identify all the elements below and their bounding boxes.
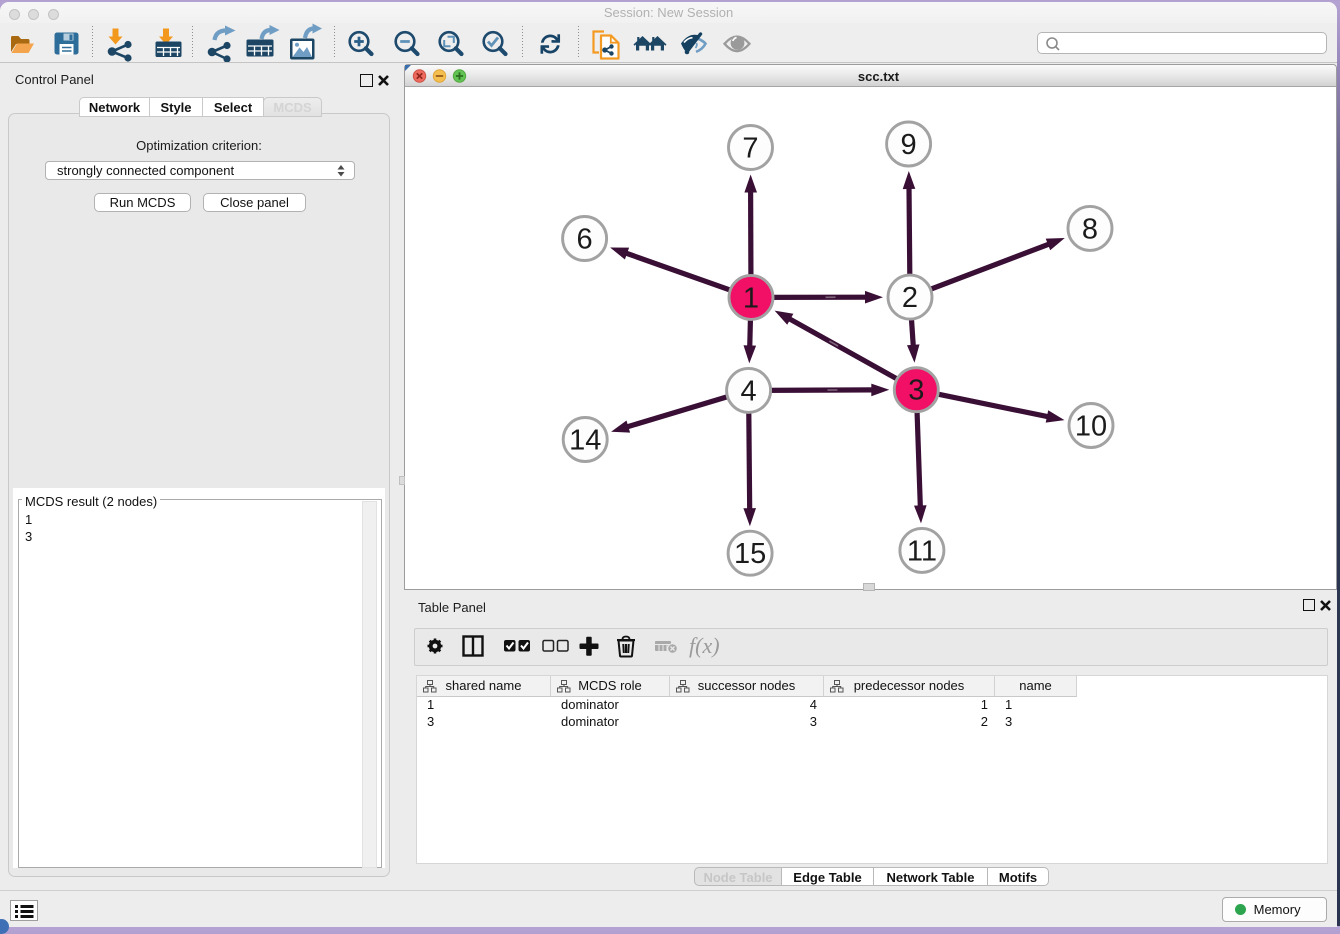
svg-text:15: 15 <box>734 538 766 570</box>
svg-text:8: 8 <box>1082 213 1098 245</box>
svg-text:3: 3 <box>908 375 924 407</box>
svg-text:14: 14 <box>569 425 601 457</box>
svg-text:2: 2 <box>902 282 918 314</box>
svg-text:7: 7 <box>742 133 758 165</box>
svg-text:1: 1 <box>743 282 759 314</box>
svg-text:9: 9 <box>901 129 917 161</box>
svg-text:11: 11 <box>907 535 937 567</box>
svg-text:4: 4 <box>741 375 757 407</box>
svg-text:6: 6 <box>577 224 593 256</box>
svg-text:10: 10 <box>1075 411 1107 443</box>
svg-text:f(x): f(x) <box>689 633 720 658</box>
